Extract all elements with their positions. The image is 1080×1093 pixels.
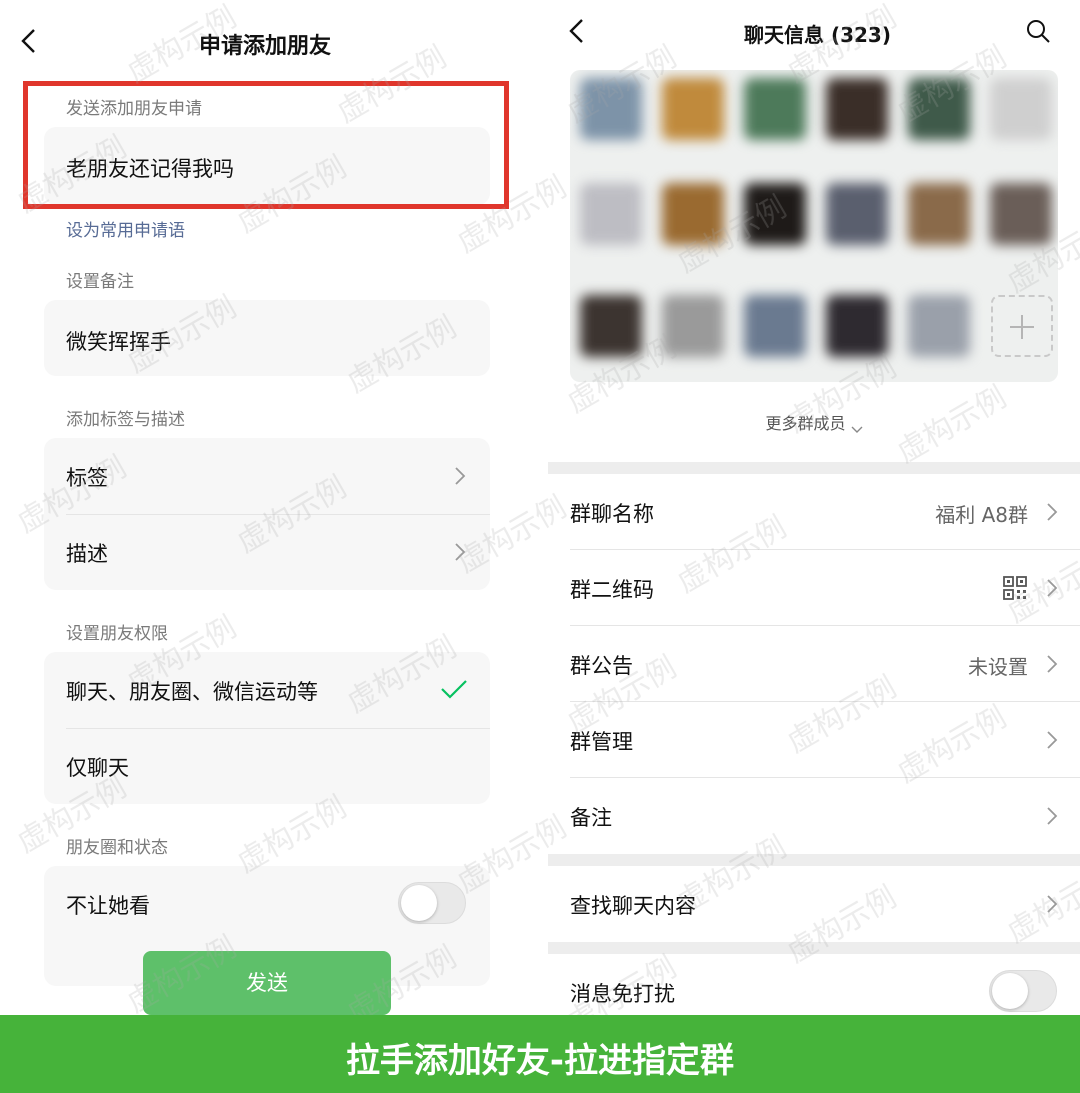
description-row[interactable]: 描述 xyxy=(44,514,490,590)
chevron-right-icon xyxy=(1046,654,1058,674)
permission-option-label: 聊天、朋友圈、微信运动等 xyxy=(66,680,318,704)
row-label: 备注 xyxy=(570,806,612,830)
row-label: 群聊名称 xyxy=(570,502,654,526)
group-name-value: 福利 A8群 xyxy=(935,503,1028,527)
caption-banner: 拉手添加好友-拉进指定群 xyxy=(0,1015,1080,1093)
description-label: 描述 xyxy=(66,542,108,566)
more-members-link[interactable]: 更多群成员 xyxy=(548,410,1080,434)
group-qr-row[interactable]: 群二维码 xyxy=(548,550,1080,626)
tag-label: 标签 xyxy=(66,466,108,490)
chevron-right-icon xyxy=(1046,730,1058,750)
caption-text: 拉手添加好友-拉进指定群 xyxy=(345,1041,735,1081)
chevron-right-icon xyxy=(1046,502,1058,522)
tags-card: 标签 描述 xyxy=(44,438,490,590)
section-separator xyxy=(548,942,1080,954)
group-remark-row[interactable]: 备注 xyxy=(548,778,1080,854)
permission-option-label: 仅聊天 xyxy=(66,756,129,780)
qr-code-icon xyxy=(1002,575,1028,601)
chat-info-title: 聊天信息 (323) xyxy=(744,23,891,47)
panel-gap xyxy=(530,0,548,1015)
back-arrow-icon[interactable] xyxy=(566,18,588,44)
member-avatar[interactable] xyxy=(826,78,888,140)
row-label: 群二维码 xyxy=(570,578,654,602)
set-common-phrase-link[interactable]: 设为常用申请语 xyxy=(66,216,185,241)
member-avatar[interactable] xyxy=(826,295,888,357)
page-title: 申请添加朋友 xyxy=(199,34,332,59)
chevron-right-icon xyxy=(454,542,466,562)
permission-option-all[interactable]: 聊天、朋友圈、微信运动等 xyxy=(44,652,490,728)
member-avatar[interactable] xyxy=(908,183,970,245)
section-separator xyxy=(548,854,1080,866)
remark-field[interactable]: 微笑挥挥手 xyxy=(44,300,490,376)
chevron-right-icon xyxy=(454,466,466,486)
moments-section-label: 朋友圈和状态 xyxy=(66,838,168,858)
row-label: 群公告 xyxy=(570,654,633,678)
send-button[interactable]: 发送 xyxy=(143,951,391,1015)
remark-value: 微笑挥挥手 xyxy=(66,330,171,354)
member-avatar[interactable] xyxy=(662,78,724,140)
section-separator xyxy=(548,462,1080,474)
chevron-down-icon xyxy=(851,420,863,433)
search-chat-row[interactable]: 查找聊天内容 xyxy=(548,866,1080,942)
group-notice-value: 未设置 xyxy=(968,655,1028,679)
hide-moments-toggle[interactable] xyxy=(398,882,466,924)
member-avatar[interactable] xyxy=(580,78,642,140)
member-avatar[interactable] xyxy=(580,183,642,245)
chevron-right-icon xyxy=(1046,894,1058,914)
member-avatar-grid xyxy=(570,70,1058,382)
more-members-label: 更多群成员 xyxy=(765,414,846,433)
row-label: 群管理 xyxy=(570,730,633,754)
permission-option-chat-only[interactable]: 仅聊天 xyxy=(44,728,490,804)
add-member-icon[interactable] xyxy=(991,295,1053,357)
chevron-right-icon xyxy=(1046,806,1058,826)
chat-info-screen: 聊天信息 (323) 更多群成员 群聊名称 福利 A8群 群二维码 群公告 未设… xyxy=(548,0,1080,1015)
highlight-box xyxy=(23,81,509,209)
mute-row: 消息免打扰 xyxy=(548,954,1080,1015)
tags-section-label: 添加标签与描述 xyxy=(66,410,185,430)
member-avatar[interactable] xyxy=(580,295,642,357)
checkmark-icon xyxy=(440,678,468,700)
member-avatar[interactable] xyxy=(662,183,724,245)
back-arrow-icon[interactable] xyxy=(18,28,40,54)
member-avatar[interactable] xyxy=(908,78,970,140)
member-avatar[interactable] xyxy=(744,78,806,140)
mute-toggle[interactable] xyxy=(989,970,1057,1012)
search-chat-label: 查找聊天内容 xyxy=(570,894,696,918)
remark-section-label: 设置备注 xyxy=(66,272,134,292)
permission-section-label: 设置朋友权限 xyxy=(66,624,168,644)
group-manage-row[interactable]: 群管理 xyxy=(548,702,1080,778)
member-avatar[interactable] xyxy=(990,183,1052,245)
member-avatar[interactable] xyxy=(826,183,888,245)
member-avatar[interactable] xyxy=(990,78,1052,140)
group-notice-row[interactable]: 群公告 未设置 xyxy=(548,626,1080,702)
member-avatar[interactable] xyxy=(908,295,970,357)
group-name-row[interactable]: 群聊名称 福利 A8群 xyxy=(548,474,1080,550)
member-avatar[interactable] xyxy=(662,295,724,357)
mute-label: 消息免打扰 xyxy=(570,982,675,1006)
member-avatar[interactable] xyxy=(744,183,806,245)
permission-card: 聊天、朋友圈、微信运动等 仅聊天 xyxy=(44,652,490,804)
hide-moments-label: 不让她看 xyxy=(66,894,150,918)
member-avatar[interactable] xyxy=(744,295,806,357)
search-icon[interactable] xyxy=(1025,18,1051,44)
chevron-right-icon xyxy=(1046,578,1058,598)
add-friend-request-screen: 申请添加朋友 发送添加朋友申请 老朋友还记得我吗 设为常用申请语 设置备注 微笑… xyxy=(0,0,530,1015)
tag-row[interactable]: 标签 xyxy=(44,438,490,514)
